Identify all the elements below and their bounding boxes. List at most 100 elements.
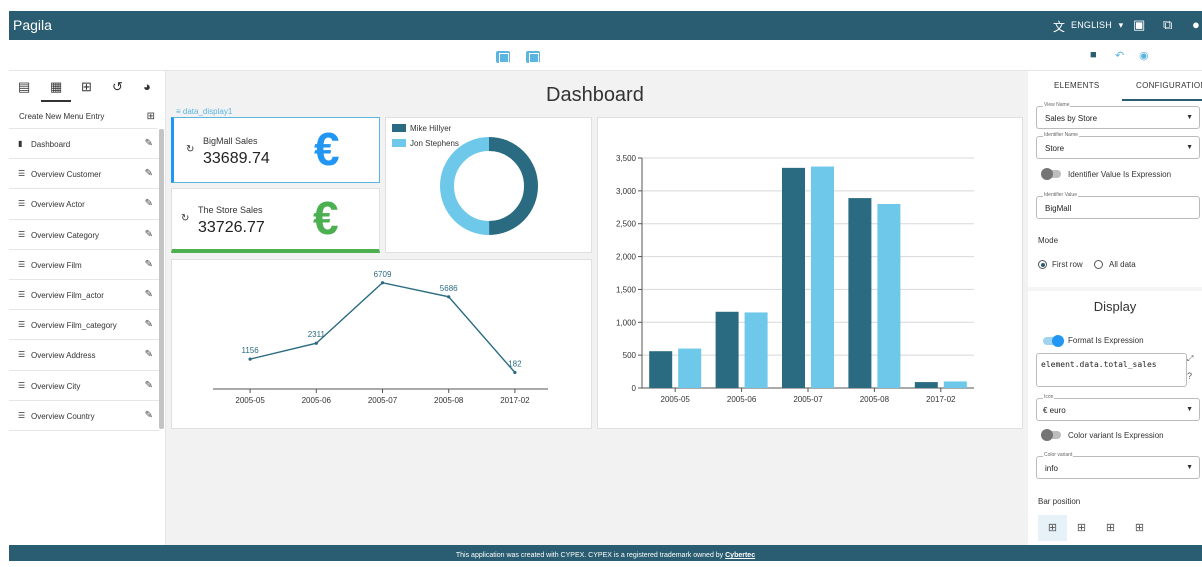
color-variant-expression-toggle[interactable]: [1041, 429, 1061, 441]
refresh-icon[interactable]: ↻: [181, 213, 189, 224]
field-label: Color variant: [1043, 452, 1074, 458]
data-point: [248, 357, 252, 361]
tree-icon[interactable]: ⊞: [81, 79, 92, 95]
account-icon[interactable]: ●: [1192, 17, 1200, 32]
edit-icon[interactable]: ✎: [145, 319, 153, 330]
field-value: info: [1045, 464, 1058, 473]
bar-chart-card[interactable]: 0 500 1,000 1,500 2,000 2,500 3,000 3,500 2005-0…: [597, 117, 1023, 429]
edit-icon[interactable]: ✎: [145, 198, 153, 209]
sidebar-item-overview-customer[interactable]: ☰ Overview Customer ✎: [9, 159, 159, 190]
format-expression-input[interactable]: element.data.total_sales: [1036, 353, 1187, 387]
sidebar-item-overview-country[interactable]: ☰ Overview Country ✎: [9, 401, 159, 431]
bar-position-right-icon[interactable]: ⊞: [1096, 515, 1125, 541]
bar-chart: 0 500 1,000 1,500 2,000 2,500 3,000 3,500 2005-0…: [616, 154, 974, 404]
edit-icon[interactable]: ✎: [145, 380, 153, 391]
help-icon[interactable]: ?: [1187, 371, 1192, 381]
sidebar-item-overview-film-category[interactable]: ☰ Overview Film_category ✎: [9, 310, 159, 341]
data-label: 2311: [308, 330, 326, 339]
palette-icon[interactable]: ◕: [143, 79, 151, 94]
y-tick-label: 1,500: [616, 285, 637, 294]
radio-label: All data: [1109, 260, 1136, 269]
donut-chart-card[interactable]: Mike Hillyer Jon Stephens: [385, 117, 592, 253]
field-value: Sales by Store: [1045, 114, 1098, 123]
sidebar-item-overview-category[interactable]: ☰ Overview Category ✎: [9, 220, 159, 250]
kpi-card-bigmall[interactable]: ↻ BigMall Sales 33689.74 €: [171, 117, 380, 183]
color-variant-select[interactable]: Color variant info ▼: [1036, 452, 1200, 479]
edit-icon[interactable]: ✎: [145, 259, 153, 270]
pie-slice: [440, 137, 490, 235]
language-selector[interactable]: ENGLISH ▾: [1071, 20, 1123, 31]
desktop-view-icon[interactable]: [496, 51, 510, 63]
edit-icon[interactable]: ✎: [145, 289, 153, 300]
y-tick-label: 500: [623, 351, 637, 360]
identifier-expression-toggle[interactable]: [1041, 168, 1061, 180]
save-icon[interactable]: ■: [1090, 49, 1097, 61]
tab-underline: [41, 100, 71, 102]
preview-icon[interactable]: ◉: [1139, 49, 1149, 62]
page-icon[interactable]: ⧉: [1163, 17, 1172, 33]
undo-icon[interactable]: ↶: [1115, 49, 1124, 62]
sidebar-item-overview-city[interactable]: ☰ Overview City ✎: [9, 371, 159, 401]
scrollbar[interactable]: [159, 129, 164, 429]
kpi-card-thestore[interactable]: ↻ The Store Sales 33726.77 €: [171, 188, 380, 253]
identifier-name-select[interactable]: Identifier Name Store ▼: [1036, 132, 1200, 159]
layout-icon[interactable]: ▣: [1133, 17, 1145, 33]
edit-icon[interactable]: ✎: [145, 229, 153, 240]
field-label: Identifier Value: [1043, 192, 1078, 198]
footer-owner-link[interactable]: Cybertec: [725, 552, 755, 559]
footer-text: This application was created with CYPEX.…: [455, 552, 726, 559]
mobile-view-icon[interactable]: [526, 51, 540, 63]
sidebar-item-overview-actor[interactable]: ☰ Overview Actor ✎: [9, 189, 159, 220]
legend-label: Jon Stephens: [410, 139, 459, 148]
toggle-label: Format Is Expression: [1068, 336, 1144, 345]
menu-icon[interactable]: ▦: [50, 79, 62, 95]
sidebar-item-label: Overview Film_actor: [31, 290, 104, 300]
sidebar-item-dashboard[interactable]: ▮ Dashboard ✎: [9, 129, 159, 160]
mode-all-data-radio[interactable]: [1094, 260, 1103, 269]
bar-position-bottom-icon[interactable]: ⊞: [1125, 515, 1154, 541]
pages-icon[interactable]: ▤: [18, 79, 30, 95]
sidebar-item-label: Dashboard: [31, 140, 71, 149]
list-icon: ☰: [18, 380, 26, 390]
app-title[interactable]: Pagila: [13, 17, 52, 33]
x-tick-label: 2017-02: [926, 395, 956, 404]
sidebar-item-label: Overview Customer: [31, 170, 102, 180]
translate-icon[interactable]: 文: [1053, 18, 1065, 35]
tab-configuration[interactable]: CONFIGURATION: [1136, 81, 1202, 90]
euro-icon: €: [313, 192, 339, 244]
view-name-select[interactable]: View Name Sales by Store ▼: [1036, 102, 1200, 129]
edit-icon[interactable]: ✎: [145, 349, 153, 360]
caret-down-icon: ▼: [1186, 144, 1193, 151]
language-label: ENGLISH: [1071, 20, 1112, 30]
sidebar-item-overview-film[interactable]: ☰ Overview Film ✎: [9, 250, 159, 280]
edit-icon[interactable]: ✎: [145, 168, 153, 179]
create-menu-entry-button[interactable]: Create New Menu Entry ⊞: [9, 107, 157, 129]
bar-position-left-icon[interactable]: ⊞: [1038, 515, 1067, 541]
format-expression-toggle[interactable]: [1043, 335, 1064, 347]
list-icon: ☰: [18, 320, 26, 330]
list-icon: ☰: [18, 229, 26, 239]
bar: [678, 348, 702, 388]
icon-select[interactable]: Icon € euro ▼: [1036, 394, 1200, 421]
sidebar-item-overview-address[interactable]: ☰ Overview Address ✎: [9, 340, 159, 371]
edit-icon[interactable]: ✎: [145, 138, 153, 149]
edit-icon[interactable]: ✎: [145, 410, 153, 421]
line-chart-card[interactable]: 2005-05 2005-06 2005-07 2005-08 2017-02 1156 2…: [171, 259, 592, 429]
expand-icon[interactable]: ⤢: [1187, 354, 1193, 364]
mode-first-row-radio[interactable]: [1038, 260, 1047, 269]
legend-label: Mike Hillyer: [410, 124, 452, 133]
bar: [848, 198, 872, 388]
bar-position-top-icon[interactable]: ⊞: [1067, 515, 1096, 541]
tab-elements[interactable]: ELEMENTS: [1054, 81, 1100, 90]
sidebar-item-overview-film-actor[interactable]: ☰ Overview Film_actor ✎: [9, 280, 159, 311]
donut-chart: Mike Hillyer Jon Stephens: [392, 124, 538, 235]
history-icon[interactable]: ↺: [112, 79, 123, 95]
identifier-value-input[interactable]: Identifier Value BigMall: [1036, 192, 1200, 219]
refresh-icon[interactable]: ↻: [186, 144, 194, 155]
kpi-title: BigMall Sales: [203, 136, 258, 146]
bar: [744, 312, 768, 388]
bar: [715, 311, 739, 388]
legend-swatch: [392, 124, 406, 132]
sidebar-item-label: Overview Country: [31, 411, 95, 421]
sidebar-item-label: Overview Category: [31, 230, 100, 240]
